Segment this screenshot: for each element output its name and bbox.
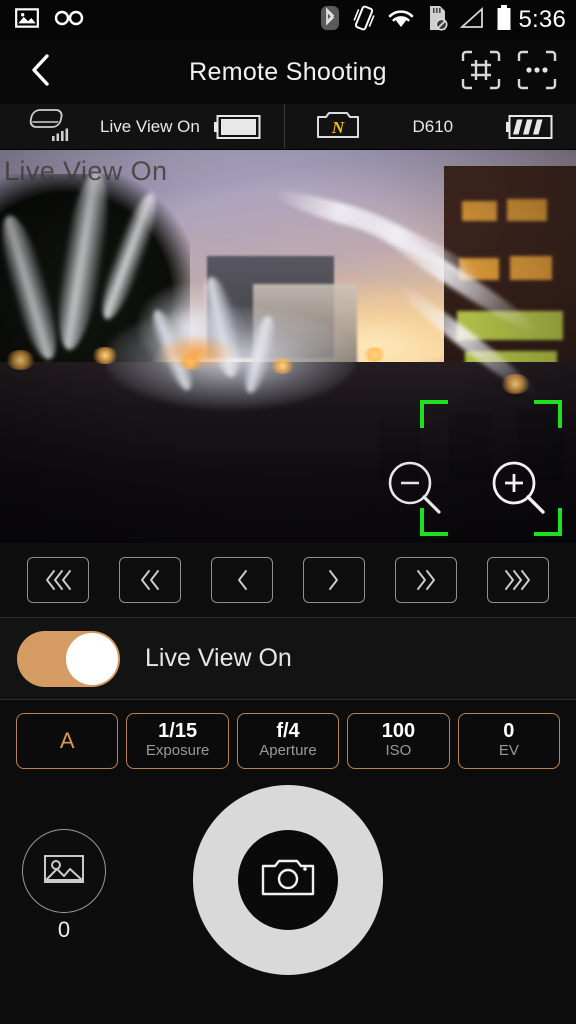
zoom-out-button[interactable] <box>380 455 450 525</box>
focus-near-medium-button[interactable] <box>395 557 457 603</box>
back-button[interactable] <box>18 49 64 95</box>
chevron-double-right-icon <box>417 570 435 590</box>
status-bar: 5:36 <box>0 0 576 40</box>
zoom-controls <box>380 455 554 525</box>
sd-card-disabled-icon <box>426 5 448 36</box>
chevron-triple-left-icon <box>46 570 71 590</box>
zoom-in-icon <box>488 457 550 524</box>
nikon-camera-icon: N <box>315 106 361 147</box>
voicemail-icon <box>54 8 84 33</box>
af-corner-top-right <box>534 400 562 428</box>
aperture-card[interactable]: f/4 Aperture <box>236 713 340 769</box>
shutter-speed-value: 1/15 <box>158 720 198 743</box>
vibrate-mode-icon <box>352 5 376 36</box>
status-bar-left-icons <box>14 5 84 36</box>
zoom-out-icon <box>384 457 446 524</box>
device-info-section: Live View On <box>0 104 284 149</box>
remote-shooting-screen: 5:36 Remote Shooting Live View On N D610… <box>0 0 576 1024</box>
gallery-image-count: 0 <box>57 917 71 942</box>
device-battery-icon <box>213 114 262 140</box>
iso-value: 100 <box>381 720 416 743</box>
focus-far-slow-button[interactable] <box>211 557 273 603</box>
chevron-left-icon <box>238 570 247 590</box>
exposure-compensation-card[interactable]: 0 EV <box>457 713 561 769</box>
focus-control-row <box>0 543 576 618</box>
live-view-status-overlay: Live View On <box>4 156 168 186</box>
exposure-compensation-label: EV <box>498 742 519 760</box>
exposure-compensation-value: 0 <box>503 720 515 743</box>
shooting-mode-value: A <box>59 728 75 754</box>
cellular-signal-icon <box>459 6 485 35</box>
focus-far-medium-button[interactable] <box>119 557 181 603</box>
gallery-button[interactable] <box>22 829 106 913</box>
connection-info-bar: Live View On N D610 <box>0 104 576 150</box>
battery-icon <box>496 4 512 36</box>
smart-device-signal-icon <box>22 105 74 148</box>
focus-near-fast-button[interactable] <box>487 557 549 603</box>
shooting-mode-card[interactable]: A <box>16 713 119 769</box>
shutter-area: 0 <box>0 782 576 1024</box>
camera-model-label: D610 <box>412 116 454 136</box>
framing-grid-icon[interactable] <box>460 49 502 96</box>
device-status-label: Live View On <box>100 116 200 136</box>
zoom-in-button[interactable] <box>484 455 554 525</box>
shutter-button-inner <box>238 830 338 930</box>
camera-shutter-icon <box>260 855 316 906</box>
status-bar-clock: 5:36 <box>518 6 566 33</box>
chevron-right-icon <box>329 570 338 590</box>
focus-far-fast-button[interactable] <box>27 557 89 603</box>
live-view-toggle-switch[interactable] <box>17 630 120 687</box>
bluetooth-icon <box>319 5 341 36</box>
live-view-toggle-row: Live View On <box>0 618 576 700</box>
shutter-speed-card[interactable]: 1/15 Exposure <box>126 713 229 769</box>
aperture-value: f/4 <box>276 720 300 743</box>
status-bar-right-icons <box>319 4 512 36</box>
svg-text:N: N <box>330 118 344 137</box>
iso-label: ISO <box>385 742 412 760</box>
shutter-speed-label: Exposure <box>145 742 210 760</box>
chevron-triple-right-icon <box>505 570 530 590</box>
toggle-knob <box>66 632 118 685</box>
gallery-image-icon <box>14 5 40 36</box>
exposure-settings-row: A 1/15 Exposure f/4 Aperture 100 ISO 0 E… <box>0 700 576 782</box>
wifi-icon <box>387 7 415 34</box>
photo-gallery-icon <box>40 849 88 894</box>
shutter-button[interactable] <box>193 785 383 975</box>
chevron-double-left-icon <box>141 570 159 590</box>
header-actions <box>460 49 558 96</box>
aperture-label: Aperture <box>259 742 317 760</box>
iso-card[interactable]: 100 ISO <box>347 713 450 769</box>
af-corner-top-left <box>420 400 448 428</box>
live-view-viewport[interactable]: Live View On <box>0 150 576 543</box>
live-view-toggle-label: Live View On <box>145 644 292 672</box>
camera-info-section: N D610 <box>283 104 576 149</box>
chevron-left-icon <box>28 53 54 92</box>
more-options-icon[interactable] <box>516 49 558 96</box>
app-header: Remote Shooting <box>0 40 576 104</box>
camera-battery-icon <box>506 114 554 140</box>
focus-near-slow-button[interactable] <box>303 557 365 603</box>
